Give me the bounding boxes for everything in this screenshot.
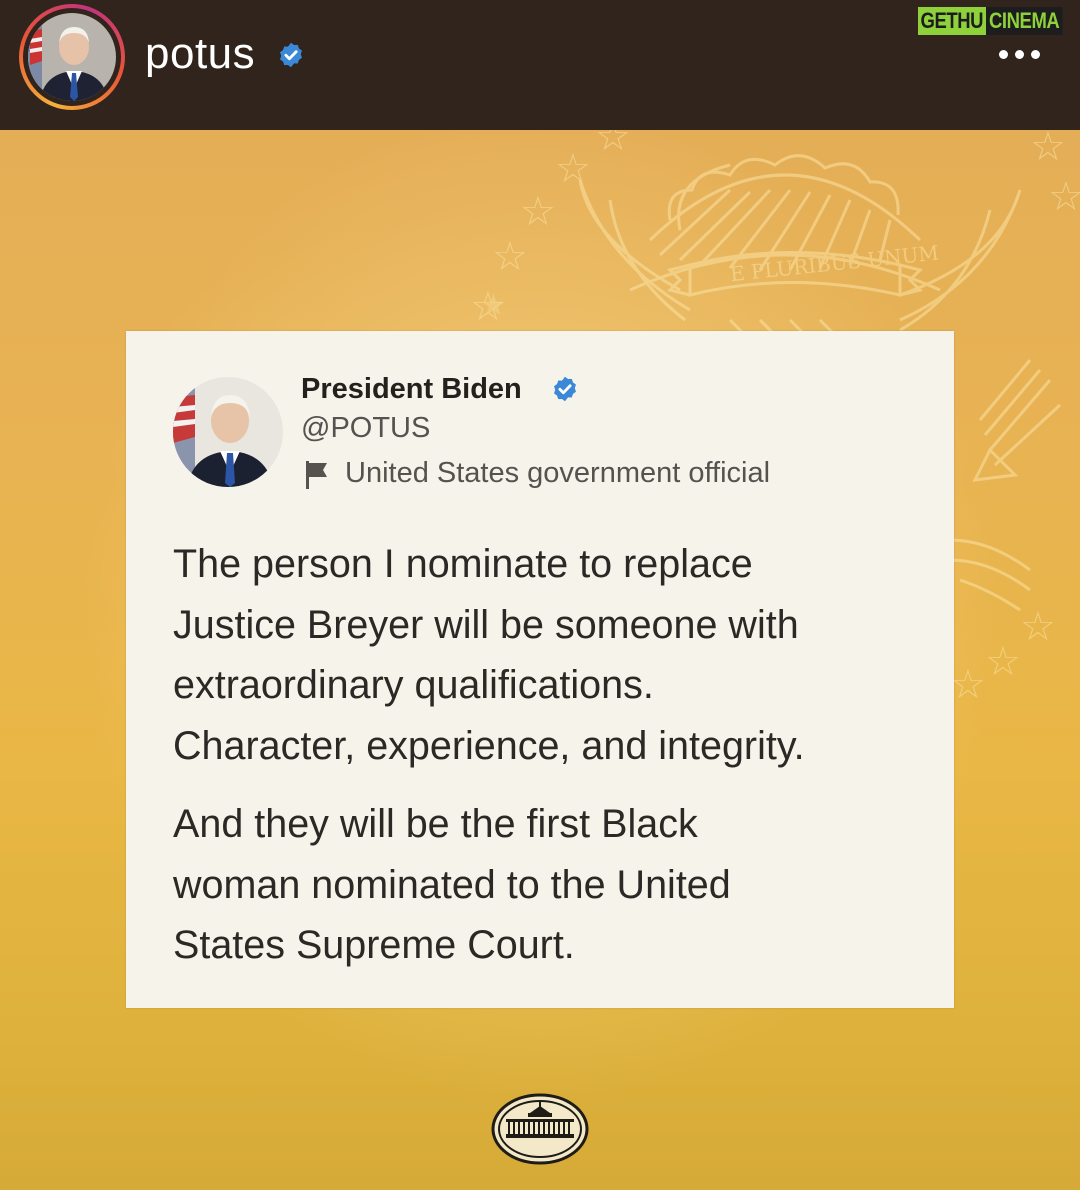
profile-avatar[interactable] (28, 13, 116, 101)
svg-text:☆: ☆ (555, 146, 591, 192)
svg-text:☆: ☆ (492, 234, 528, 280)
svg-text:☆: ☆ (950, 662, 986, 708)
flag-icon (306, 461, 327, 489)
watermark-logo: GETHU CINEMA (918, 7, 1063, 35)
watermark-right: CINEMA (985, 7, 1063, 35)
white-house-logo-icon (491, 1093, 589, 1165)
tweet-paragraph-1: The person I nominate to replace Justice… (173, 542, 805, 768)
svg-text:☆: ☆ (1048, 174, 1080, 220)
verified-badge-icon (554, 376, 576, 402)
more-options-icon[interactable] (994, 42, 1046, 68)
tweet-card: President Biden @POTUS United States gov… (126, 331, 954, 1008)
story-ring[interactable] (19, 4, 125, 110)
svg-text:☆: ☆ (595, 130, 631, 160)
svg-text:☆: ☆ (1020, 604, 1056, 650)
seal-motto: E PLURIBUS UNUM (729, 240, 940, 286)
tweet-avatar (173, 377, 283, 487)
account-label: United States government official (345, 457, 771, 489)
tweet-paragraph-2: And they will be the first Black woman n… (173, 802, 731, 967)
svg-text:★: ★ (480, 288, 507, 323)
tweet-display-name[interactable]: President Biden (301, 371, 522, 407)
post-header: potus GETHU CINEMA (0, 0, 1080, 130)
svg-text:☆: ☆ (520, 189, 556, 235)
watermark-left: GETHU (918, 7, 986, 35)
tweet-handle[interactable]: @POTUS (301, 410, 430, 446)
header-username[interactable]: potus (145, 28, 255, 80)
svg-text:☆: ☆ (1030, 130, 1066, 170)
verified-badge-icon (280, 42, 302, 68)
svg-text:☆: ☆ (985, 639, 1021, 685)
